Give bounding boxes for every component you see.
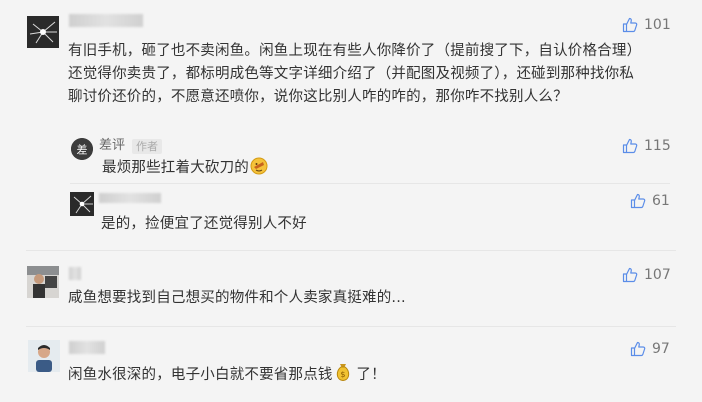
- comment-text: 有旧手机，砸了也不卖闲鱼。闲鱼上现在有些人你降价了（提前搜了下，自认价格合理）还…: [68, 43, 642, 105]
- avatar-image: [27, 16, 59, 48]
- like-count: 97: [652, 341, 670, 357]
- divider: [26, 326, 676, 327]
- author-badge: 作者: [132, 139, 162, 154]
- money-bag-icon: $: [334, 362, 352, 390]
- username-blurred: [99, 193, 161, 203]
- avatar-image: [70, 192, 94, 216]
- reply-text: 最烦那些扛着大砍刀的: [102, 157, 268, 183]
- avatar[interactable]: [70, 192, 94, 216]
- reply-text: 是的，捡便宜了还觉得别人不好: [101, 216, 307, 232]
- comment-text: 咸鱼想要找到自己想买的物件和个人卖家真挺难的...: [68, 290, 406, 306]
- svg-text:$: $: [340, 370, 345, 379]
- divider: [26, 250, 676, 251]
- thumbs-up-icon: [622, 267, 638, 283]
- thumbs-up-icon: [622, 138, 638, 154]
- avatar-image: [27, 266, 59, 298]
- reply-text-content: 最烦那些扛着大砍刀的: [102, 160, 249, 176]
- like-count: 115: [644, 138, 671, 154]
- divider: [70, 183, 670, 184]
- username-blurred: [69, 341, 105, 354]
- like-button[interactable]: 61: [630, 192, 670, 210]
- like-button[interactable]: 107: [622, 266, 671, 284]
- avatar-image: [28, 340, 60, 372]
- username-blurred: [69, 267, 81, 280]
- comment-text-content: 闲鱼水很深的，电子小白就不要省那点钱: [68, 367, 333, 383]
- like-button[interactable]: 97: [630, 340, 670, 358]
- avatar[interactable]: [27, 16, 59, 48]
- avatar[interactable]: [27, 266, 59, 298]
- avatar[interactable]: [28, 340, 60, 372]
- thumbs-up-icon: [630, 341, 646, 357]
- like-count: 61: [652, 193, 670, 209]
- reply-author[interactable]: 差评: [99, 138, 125, 154]
- comment-text-suffix: 了！: [351, 367, 386, 383]
- thumbs-up-icon: [630, 193, 646, 209]
- like-button[interactable]: 101: [622, 16, 671, 34]
- svg-text:差: 差: [77, 143, 88, 157]
- like-button[interactable]: 115: [622, 137, 671, 155]
- emoji-icon: [250, 157, 268, 183]
- thumbs-up-icon: [622, 17, 638, 33]
- avatar[interactable]: 差: [71, 138, 93, 160]
- username-blurred: [69, 14, 143, 27]
- like-count: 101: [644, 17, 671, 33]
- comment-text: 闲鱼水很深的，电子小白就不要省那点钱 $ 了！: [68, 362, 386, 390]
- like-count: 107: [644, 267, 671, 283]
- author-logo: 差: [71, 138, 93, 160]
